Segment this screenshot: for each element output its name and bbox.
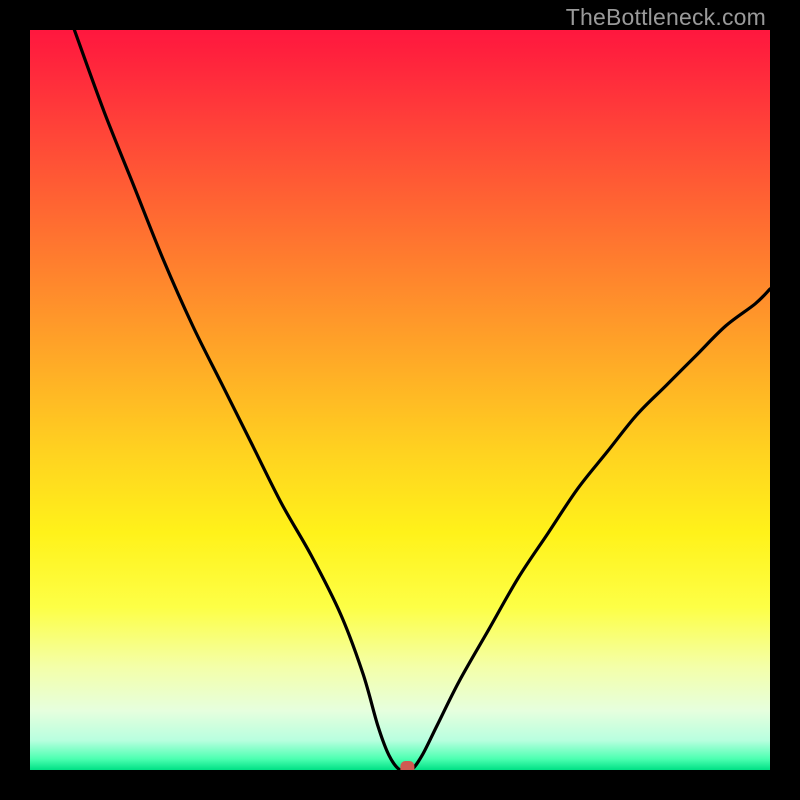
chart-frame: TheBottleneck.com bbox=[0, 0, 800, 800]
curve-path bbox=[74, 30, 770, 770]
bottleneck-curve bbox=[30, 30, 770, 770]
plot-area bbox=[30, 30, 770, 770]
minimum-marker bbox=[400, 761, 414, 770]
watermark-text: TheBottleneck.com bbox=[566, 4, 766, 31]
